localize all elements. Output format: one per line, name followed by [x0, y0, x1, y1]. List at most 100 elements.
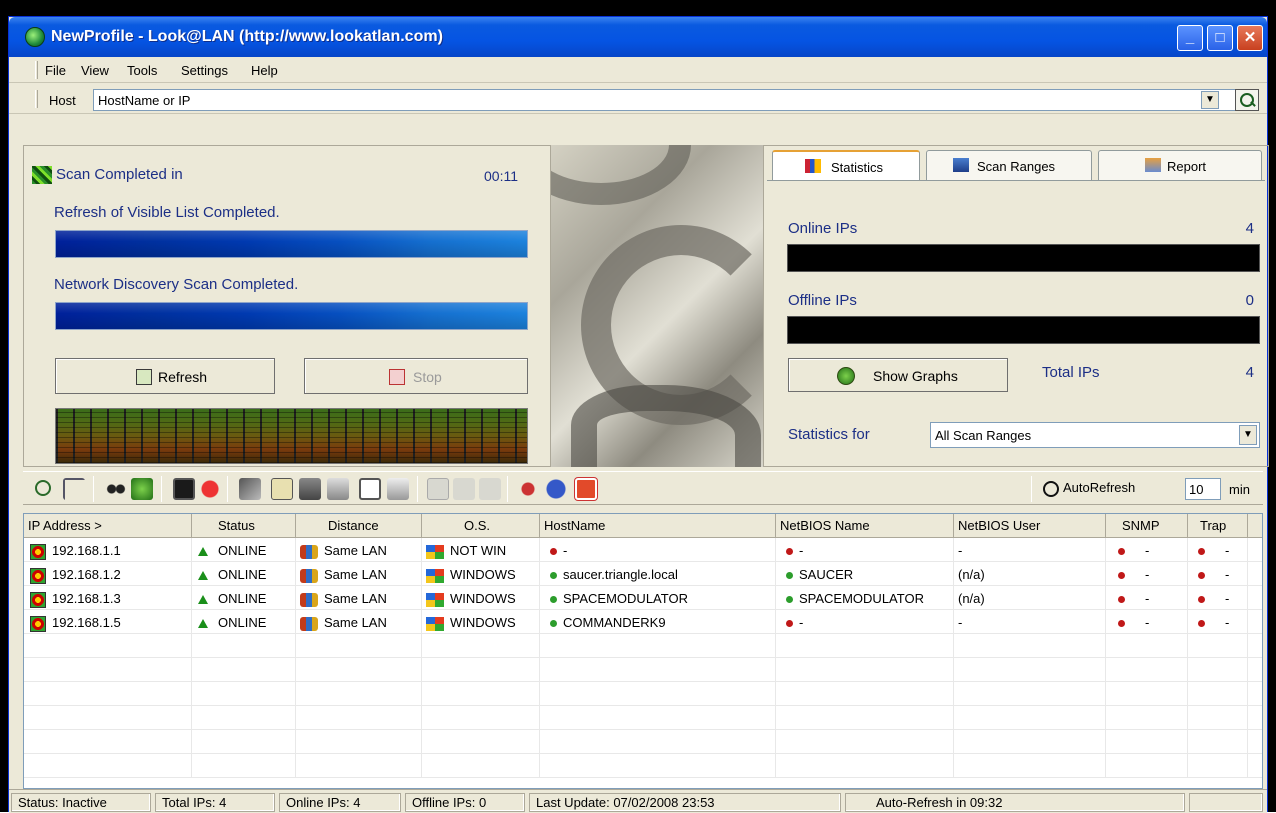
- menu-file[interactable]: File: [45, 63, 66, 78]
- cell-ip: [24, 682, 192, 706]
- grid-icon[interactable]: [427, 478, 449, 500]
- tab-report[interactable]: Report: [1098, 150, 1262, 180]
- tab-statistics[interactable]: Statistics: [772, 150, 920, 180]
- cell-hostname: [540, 658, 776, 682]
- forward-icon[interactable]: [453, 478, 475, 500]
- table-row[interactable]: 192.168.1.3 ONLINE Same LAN WINDOWS SPACEMOD…: [24, 586, 1262, 610]
- printer-icon[interactable]: [327, 478, 349, 500]
- column-status[interactable]: Status: [192, 514, 296, 538]
- table-row[interactable]: 192.168.1.1 ONLINE Same LAN NOT WIN - - - - -: [24, 538, 1262, 562]
- toolbar-grip[interactable]: [35, 61, 38, 79]
- table-row: [24, 658, 1262, 682]
- tools-icon[interactable]: [239, 478, 261, 500]
- status-resize-grip[interactable]: [1189, 793, 1263, 812]
- cell-distance: [296, 754, 422, 778]
- scan-range-select[interactable]: All Scan Ranges ▼: [930, 422, 1260, 448]
- cell-ip: 192.168.1.3: [24, 586, 192, 610]
- main-toolbar: AutoRefresh min: [23, 471, 1263, 505]
- minimize-button[interactable]: _: [1177, 25, 1203, 51]
- delete-icon[interactable]: [199, 478, 221, 500]
- scan-ranges-icon: [953, 158, 969, 172]
- scanner-icon[interactable]: [271, 478, 293, 500]
- cell-netbios-user: [954, 730, 1106, 754]
- menu-bar: File View Tools Settings Help: [9, 57, 1267, 83]
- refresh-button-label: Refresh: [158, 369, 208, 385]
- menu-tools[interactable]: Tools: [127, 63, 157, 78]
- table-row[interactable]: 192.168.1.2 ONLINE Same LAN WINDOWS saucer.t…: [24, 562, 1262, 586]
- search-icon[interactable]: [1235, 89, 1259, 111]
- cell-status: ONLINE: [192, 586, 296, 610]
- cell-netbios-name: [776, 730, 954, 754]
- show-graphs-button[interactable]: Show Graphs: [788, 358, 1008, 392]
- cell-netbios-user: (n/a): [954, 562, 1106, 586]
- status-dot-red: [1198, 620, 1205, 628]
- column-hostname[interactable]: HostName: [540, 514, 776, 538]
- online-ips-bar: [787, 244, 1260, 272]
- statistics-panel: Statistics Scan Ranges Report Online IPs…: [763, 145, 1269, 467]
- column-snmp[interactable]: SNMP: [1106, 514, 1188, 538]
- auto-refresh-input[interactable]: [1185, 478, 1221, 500]
- cell-trap-text: -: [1225, 615, 1230, 630]
- binoculars-icon[interactable]: [105, 478, 127, 500]
- menu-view[interactable]: View: [81, 63, 109, 78]
- cell-netbios-name: [776, 706, 954, 730]
- hosts-table: IP Address > Status Distance O.S. HostNa…: [23, 513, 1263, 789]
- cell-hostname-text: saucer.triangle.local: [563, 567, 678, 582]
- clock-icon: [1043, 480, 1059, 497]
- tab-scan-ranges[interactable]: Scan Ranges: [926, 150, 1092, 180]
- column-trap[interactable]: Trap: [1188, 514, 1248, 538]
- cell-status: ONLINE: [192, 562, 296, 586]
- cell-netbios-name: SAUCER: [776, 562, 954, 586]
- cell-os: [422, 658, 540, 682]
- column-distance[interactable]: Distance: [296, 514, 422, 538]
- cell-netbios-user-text: -: [958, 543, 963, 558]
- users-icon[interactable]: [299, 478, 321, 500]
- column-ip-address[interactable]: IP Address >: [24, 514, 192, 538]
- column-netbios-user[interactable]: NetBIOS User: [954, 514, 1106, 538]
- copy-icon[interactable]: [387, 478, 409, 500]
- menu-help[interactable]: Help: [251, 63, 278, 78]
- online-arrow-icon: [198, 547, 208, 557]
- total-ips-value: 4: [1245, 364, 1254, 381]
- column-os[interactable]: O.S.: [422, 514, 540, 538]
- up-icon[interactable]: [479, 478, 501, 500]
- online-arrow-icon: [198, 619, 208, 629]
- host-label: Host: [49, 93, 76, 108]
- cell-trap-text: -: [1225, 543, 1230, 558]
- offline-ips-label: Offline IPs: [788, 292, 857, 309]
- help-icon[interactable]: [545, 478, 567, 500]
- toolbar-grip[interactable]: [35, 90, 38, 108]
- stop-button[interactable]: Stop: [304, 358, 528, 394]
- save-icon[interactable]: [173, 478, 195, 500]
- power-icon[interactable]: [575, 478, 597, 500]
- table-row[interactable]: 192.168.1.5 ONLINE Same LAN WINDOWS COMMANDE…: [24, 610, 1262, 634]
- cell-netbios-name: SPACEMODULATOR: [776, 586, 954, 610]
- cell-snmp: [1106, 754, 1188, 778]
- cell-netbios-name-text: -: [799, 615, 804, 630]
- refresh-icon: [136, 369, 152, 385]
- cell-os-text: WINDOWS: [450, 567, 516, 582]
- cell-ip: [24, 658, 192, 682]
- cell-snmp-text: -: [1145, 591, 1150, 606]
- tree-view-icon[interactable]: [63, 478, 85, 500]
- column-netbios-name[interactable]: NetBIOS Name: [776, 514, 954, 538]
- close-button[interactable]: ✕: [1237, 25, 1263, 51]
- cell-status: [192, 706, 296, 730]
- title-bar[interactable]: NewProfile - Look@LAN (http://www.lookat…: [9, 17, 1267, 57]
- sound-icon[interactable]: [517, 478, 539, 500]
- refresh-button[interactable]: Refresh: [55, 358, 275, 394]
- chevron-down-icon[interactable]: ▼: [1239, 425, 1257, 445]
- menu-settings[interactable]: Settings: [181, 63, 228, 78]
- status-dot-red: [1118, 548, 1125, 556]
- cell-hostname: [540, 682, 776, 706]
- zoom-icon[interactable]: [35, 480, 51, 496]
- host-input[interactable]: [93, 89, 1237, 111]
- maximize-button[interactable]: □: [1207, 25, 1233, 51]
- host-dropdown-button[interactable]: ▼: [1201, 91, 1219, 109]
- cell-netbios-user: [954, 634, 1106, 658]
- network-icon[interactable]: [131, 478, 153, 500]
- status-dot-green: [786, 572, 793, 580]
- properties-icon[interactable]: [359, 478, 381, 500]
- cell-hostname: SPACEMODULATOR: [540, 586, 776, 610]
- scan-time: 00:11: [484, 168, 518, 184]
